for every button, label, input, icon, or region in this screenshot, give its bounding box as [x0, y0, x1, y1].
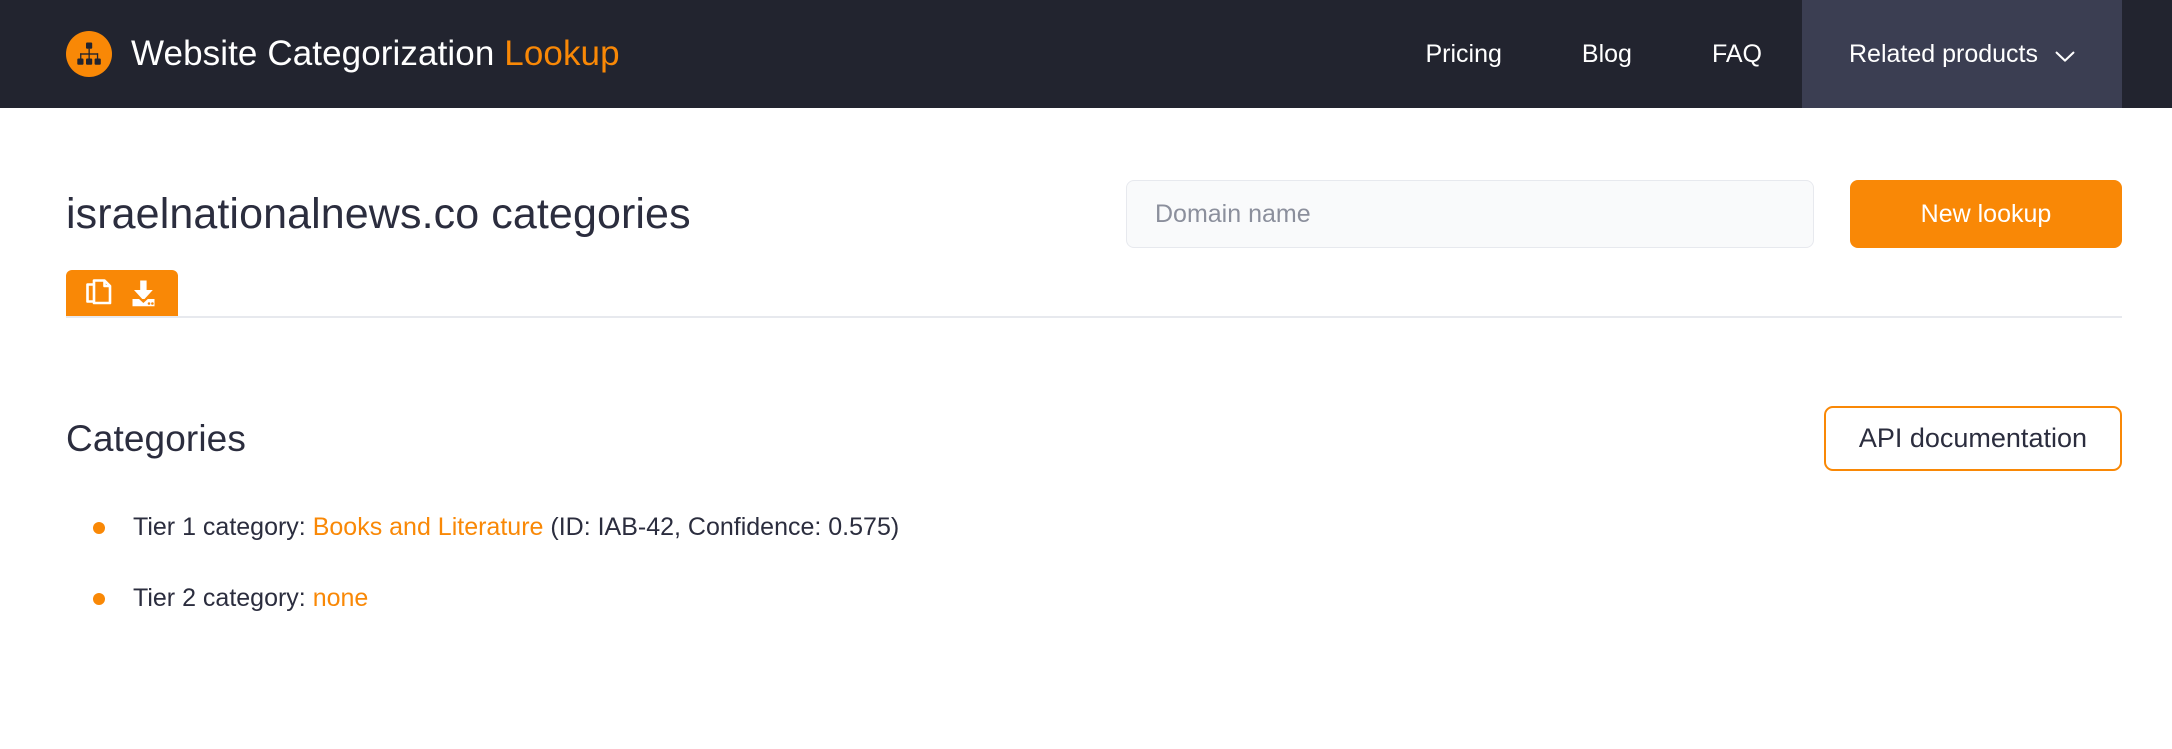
tier-2-label: Tier 2 category:: [133, 584, 306, 612]
tier-2-category-value: none: [312, 584, 369, 612]
main-content: israelnationalnews.co categories New loo…: [0, 108, 2172, 611]
list-item: Tier 1 category: Books and Literature (I…: [93, 515, 2122, 540]
chevron-down-icon: [2055, 41, 2075, 70]
lookup-form: New lookup: [1126, 180, 2122, 248]
brand-title: Website Categorization Lookup: [131, 34, 620, 74]
new-lookup-button[interactable]: New lookup: [1850, 180, 2122, 248]
nav-item-faq[interactable]: FAQ: [1672, 0, 1802, 108]
tier-1-label: Tier 1 category:: [133, 513, 306, 541]
brand-home-link[interactable]: Website Categorization Lookup: [0, 0, 620, 108]
nav-item-pricing[interactable]: Pricing: [1386, 0, 1542, 108]
sitemap-icon: [66, 31, 112, 77]
page-title-row: israelnationalnews.co categories New loo…: [66, 108, 2122, 248]
list-item: Tier 2 category: none: [93, 586, 2122, 611]
result-action-buttons: [66, 270, 178, 316]
categories-section-header: Categories API documentation: [66, 406, 2122, 471]
domain-search-input[interactable]: [1126, 180, 1814, 248]
site-header: Website Categorization Lookup Pricing Bl…: [0, 0, 2172, 108]
tier-1-category-link[interactable]: Books and Literature: [313, 513, 544, 541]
download-icon[interactable]: [129, 279, 158, 308]
brand-accent: Lookup: [504, 34, 620, 73]
categories-list: Tier 1 category: Books and Literature (I…: [66, 515, 2122, 611]
section-title: Categories: [66, 417, 246, 459]
brand-name: Website Categorization: [131, 34, 495, 73]
nav-item-related-products[interactable]: Related products: [1801, 0, 2122, 108]
divider: [66, 316, 2122, 318]
tier-1-meta: (ID: IAB-42, Confidence: 0.575): [550, 513, 900, 541]
copy-icon[interactable]: [86, 278, 113, 308]
main-navigation: Pricing Blog FAQ Related products: [1386, 0, 2172, 108]
page-title: israelnationalnews.co categories: [66, 189, 691, 238]
nav-item-blog[interactable]: Blog: [1542, 0, 1672, 108]
nav-item-related-products-label: Related products: [1848, 39, 2038, 68]
result-action-bar: [66, 270, 2122, 318]
api-documentation-button[interactable]: API documentation: [1823, 406, 2122, 471]
